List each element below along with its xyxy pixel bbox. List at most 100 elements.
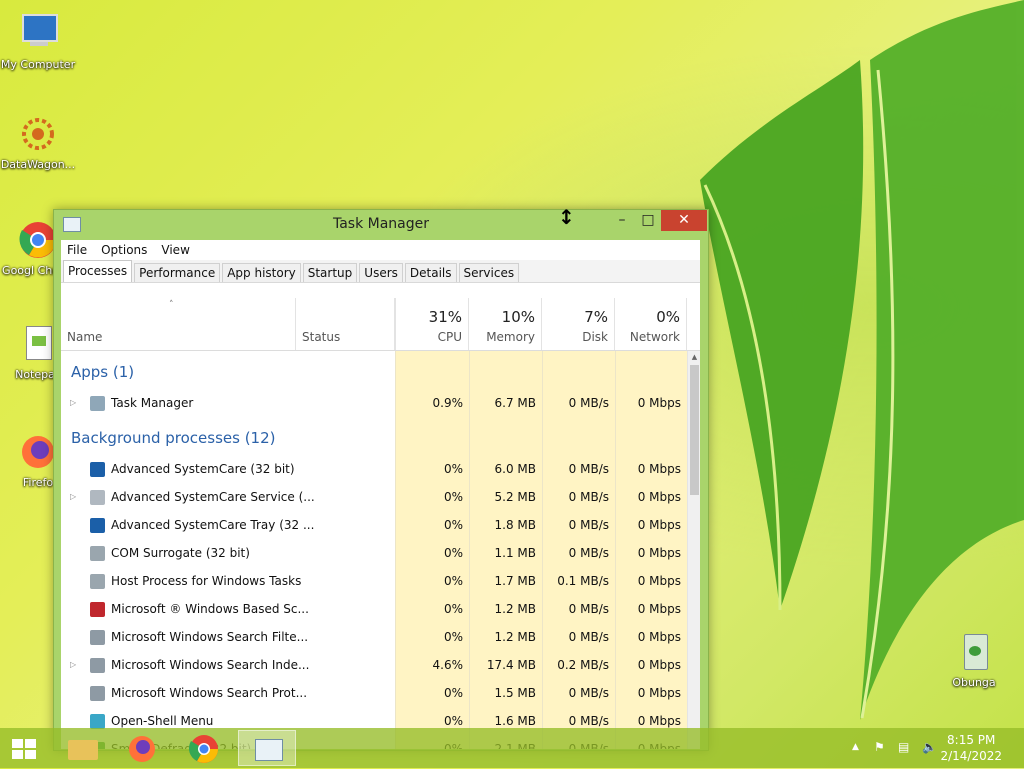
datawagon-icon: [16, 112, 60, 156]
taskmgr-icon: [90, 396, 105, 411]
table-row[interactable]: ▷ Task Manager 0.9% 6.7 MB 0 MB/s 0 Mbps: [61, 389, 687, 417]
process-disk: 0 MB/s: [568, 546, 609, 560]
window-icon: [90, 574, 105, 589]
table-row[interactable]: COM Surrogate (32 bit) 0% 1.1 MB 0 MB/s 0 Mb…: [61, 539, 687, 567]
process-name: COM Surrogate (32 bit): [111, 546, 250, 560]
tab-startup[interactable]: Startup: [302, 263, 358, 282]
column-status[interactable]: Status: [295, 298, 395, 350]
taskbar-clock[interactable]: 8:15 PM 2/14/2022: [940, 732, 1002, 764]
column-disk[interactable]: 7% Disk: [542, 298, 615, 350]
computer-icon: [16, 12, 60, 56]
process-disk: 0.1 MB/s: [557, 574, 609, 588]
taskbar-file-explorer[interactable]: [54, 730, 112, 766]
process-network: 0 Mbps: [637, 630, 681, 644]
process-memory: 5.2 MB: [494, 490, 536, 504]
process-cpu: 0%: [443, 518, 463, 532]
search-user-icon: [90, 686, 105, 701]
volume-muted-icon[interactable]: 🔈: [922, 740, 937, 754]
table-row[interactable]: Advanced SystemCare Tray (32 ... 0% 1.8 MB…: [61, 511, 687, 539]
start-button[interactable]: [0, 730, 48, 766]
desktop-icon-label: Obunga: [952, 676, 996, 689]
process-cpu: 0%: [443, 574, 463, 588]
expand-arrow-icon[interactable]: ▷: [70, 651, 76, 679]
process-disk: 0 MB/s: [568, 686, 609, 700]
table-row[interactable]: Microsoft Windows Search Prot... 0% 1.5 MB…: [61, 679, 687, 707]
process-network: 0 Mbps: [637, 462, 681, 476]
show-hidden-icons[interactable]: ▲: [852, 742, 859, 752]
process-name: Advanced SystemCare (32 bit): [111, 462, 295, 476]
tab-details[interactable]: Details: [404, 263, 457, 282]
process-name: Host Process for Windows Tasks: [111, 574, 302, 588]
table-row[interactable]: Host Process for Windows Tasks 0% 1.7 MB 0.…: [61, 567, 687, 595]
asc-icon: [90, 518, 105, 533]
scroll-up-arrow-icon[interactable]: ▲: [688, 351, 700, 364]
process-memory: 6.0 MB: [494, 462, 536, 476]
folder-icon: [68, 740, 98, 760]
process-network: 0 Mbps: [637, 396, 681, 410]
process-memory: 17.4 MB: [486, 658, 536, 672]
taskbar-firefox[interactable]: [112, 730, 170, 766]
process-cpu: 0.9%: [432, 396, 464, 410]
tab-strip: Processes Performance App history Startu…: [61, 260, 700, 283]
process-memory: 1.8 MB: [494, 518, 536, 532]
tab-users[interactable]: Users: [359, 263, 403, 282]
title-bar[interactable]: Task Manager – □ ✕: [54, 210, 708, 240]
task-manager-window[interactable]: Task Manager – □ ✕ File Options View Pro…: [53, 209, 709, 751]
close-button[interactable]: ✕: [661, 210, 707, 231]
process-cpu: 0%: [443, 490, 463, 504]
column-cpu[interactable]: 31% CPU: [395, 298, 469, 350]
menu-bar: File Options View: [61, 240, 700, 260]
table-row[interactable]: ▷ Microsoft Windows Search Inde... 4.6% 17.…: [61, 651, 687, 679]
expand-arrow-icon[interactable]: ▷: [70, 483, 76, 511]
tab-services[interactable]: Services: [458, 263, 520, 282]
process-memory: 1.1 MB: [494, 546, 536, 560]
desktop-icon-recycle-bin[interactable]: Obunga: [936, 630, 1012, 689]
maximize-button[interactable]: □: [635, 210, 661, 231]
group-header-apps: Apps (1): [71, 363, 135, 381]
taskbar-chrome[interactable]: [174, 730, 232, 766]
process-network: 0 Mbps: [637, 546, 681, 560]
process-name: Microsoft ® Windows Based Sc...: [111, 602, 309, 616]
vertical-scrollbar[interactable]: ▲: [687, 351, 700, 749]
menu-options[interactable]: Options: [101, 243, 147, 257]
network-icon[interactable]: ▤: [898, 740, 909, 754]
process-network: 0 Mbps: [637, 574, 681, 588]
search-user-icon: [90, 658, 105, 673]
recycle-bin-icon: [952, 630, 996, 674]
table-row[interactable]: Advanced SystemCare (32 bit) 0% 6.0 MB 0 MB…: [61, 455, 687, 483]
process-cpu: 0%: [443, 602, 463, 616]
process-cpu: 0%: [443, 630, 463, 644]
service-icon: [90, 490, 105, 505]
menu-file[interactable]: File: [67, 243, 87, 257]
process-network: 0 Mbps: [637, 658, 681, 672]
process-memory: 1.2 MB: [494, 602, 536, 616]
task-manager-client: File Options View Processes Performance …: [61, 240, 700, 749]
taskbar: ▲ ⚑ ▤ 🔈 8:15 PM 2/14/2022: [0, 728, 1024, 768]
clock-time: 8:15 PM: [947, 733, 996, 747]
column-memory[interactable]: 10% Memory: [469, 298, 542, 350]
process-disk: 0 MB/s: [568, 462, 609, 476]
scroll-thumb[interactable]: [690, 365, 699, 495]
clock-date: 2/14/2022: [940, 749, 1002, 763]
minimize-button[interactable]: –: [609, 210, 635, 231]
process-memory: 6.7 MB: [494, 396, 536, 410]
column-name[interactable]: ˄ Name: [61, 298, 295, 350]
table-row[interactable]: Microsoft ® Windows Based Sc... 0% 1.2 MB 0…: [61, 595, 687, 623]
process-cpu: 4.6%: [432, 658, 464, 672]
tab-app-history[interactable]: App history: [222, 263, 301, 282]
desktop-icon-datawagon[interactable]: DataWagon...: [0, 112, 76, 171]
column-network[interactable]: 0% Network: [615, 298, 687, 350]
expand-arrow-icon[interactable]: ▷: [70, 389, 76, 417]
desktop-icon-my-computer[interactable]: My Computer: [0, 12, 76, 71]
table-row[interactable]: ▷ Advanced SystemCare Service (... 0% 5.2 M…: [61, 483, 687, 511]
tab-performance[interactable]: Performance: [134, 263, 221, 282]
tab-processes[interactable]: Processes: [63, 260, 133, 282]
process-cpu: 0%: [443, 546, 463, 560]
taskbar-task-manager[interactable]: [238, 730, 296, 766]
menu-view[interactable]: View: [161, 243, 189, 257]
action-center-flag-icon[interactable]: ⚑: [874, 740, 885, 754]
process-network: 0 Mbps: [637, 686, 681, 700]
table-row[interactable]: Microsoft Windows Search Filte... 0% 1.2 M…: [61, 623, 687, 651]
resize-cursor-icon: ↕: [558, 205, 575, 229]
process-disk: 0 MB/s: [568, 602, 609, 616]
